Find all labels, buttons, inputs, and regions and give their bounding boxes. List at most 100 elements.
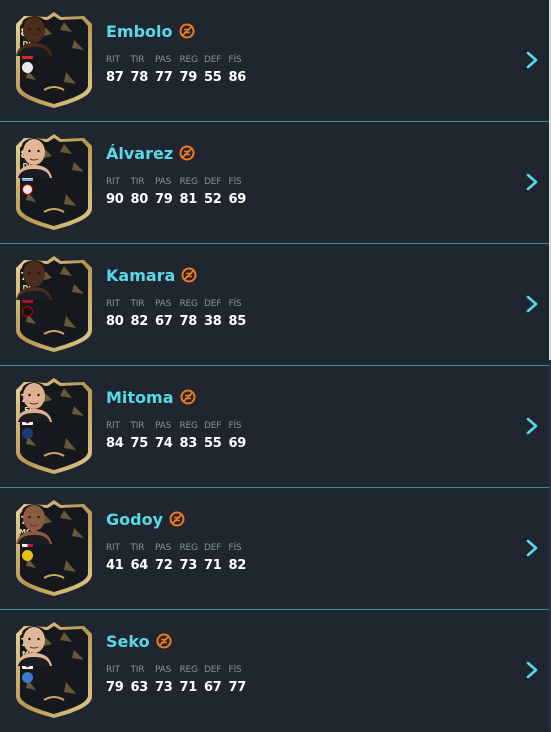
stat-value: 82 xyxy=(228,558,247,573)
club-badge-icon xyxy=(22,184,33,195)
player-face-icon xyxy=(16,16,52,56)
player-name-container[interactable]: Mitoma xyxy=(106,388,196,408)
player-name[interactable]: Kamara xyxy=(106,266,175,285)
stat-values: 79 63 73 71 67 77 xyxy=(106,680,253,696)
player-name-container[interactable]: Godoy xyxy=(106,510,185,530)
stat-value: 87 xyxy=(106,70,124,85)
player-row-0[interactable]: 81 DC Embolo RIT TIR PAS REG DEF FÍS 87 78 77 79… xyxy=(0,0,549,122)
player-row-1[interactable]: 81 DC Álvarez RIT TIR PAS REG DEF FÍS 90 80 79 8… xyxy=(0,122,549,244)
stat-label-pas: PAS xyxy=(155,543,172,553)
stat-label-reg: REG xyxy=(179,55,199,65)
stat-values: 41 64 72 73 71 82 xyxy=(106,558,253,574)
stat-value: 52 xyxy=(204,192,222,207)
stat-label-tir: TIR xyxy=(130,299,145,309)
stat-label-rit: RIT xyxy=(106,543,120,553)
stat-label-def: DEF xyxy=(204,421,222,431)
stat-value: 77 xyxy=(228,680,247,695)
club-badge-icon xyxy=(22,306,33,317)
stat-label-tir: TIR xyxy=(130,665,145,675)
player-name-container[interactable]: Kamara xyxy=(106,266,197,286)
untradeable-badge-icon xyxy=(179,23,195,38)
stat-label-def: DEF xyxy=(204,299,222,309)
player-face-icon xyxy=(16,382,52,422)
chevron-right-icon[interactable] xyxy=(525,661,539,679)
player-list: 81 DC Embolo RIT TIR PAS REG DEF FÍS 87 78 77 79… xyxy=(0,0,551,732)
stat-labels: RIT TIR PAS REG DEF FÍS xyxy=(106,177,253,188)
stat-label-pas: PAS xyxy=(155,665,172,675)
stat-values: 84 75 74 83 55 69 xyxy=(106,436,253,452)
stat-value: 38 xyxy=(204,314,222,329)
stat-label-reg: REG xyxy=(179,299,199,309)
stat-label-pas: PAS xyxy=(155,55,172,65)
stat-value: 79 xyxy=(106,680,124,695)
chevron-right-icon[interactable] xyxy=(525,295,539,313)
player-row-2[interactable]: 79 DC Kamara RIT TIR PAS REG DEF FÍS 80 82 67 78… xyxy=(0,244,549,366)
stat-value: 86 xyxy=(228,70,247,85)
stat-value: 41 xyxy=(106,558,124,573)
stat-label-reg: REG xyxy=(179,421,199,431)
stat-value: 85 xyxy=(228,314,247,329)
untradeable-badge-icon xyxy=(179,145,195,160)
stat-label-fís: FÍS xyxy=(228,55,242,65)
stat-value: 75 xyxy=(130,436,149,451)
player-card: 78 MCD xyxy=(14,498,94,598)
player-name-container[interactable]: Embolo xyxy=(106,22,195,42)
club-badge-icon xyxy=(22,672,33,683)
chevron-right-icon[interactable] xyxy=(525,51,539,69)
player-name[interactable]: Godoy xyxy=(106,510,163,529)
stat-value: 69 xyxy=(228,436,247,451)
stat-value: 69 xyxy=(228,192,247,207)
player-card: 81 DC xyxy=(14,132,94,232)
chevron-right-icon[interactable] xyxy=(525,539,539,557)
chevron-right-icon[interactable] xyxy=(525,173,539,191)
player-card: 75 MC xyxy=(14,620,94,720)
player-card: 81 DC xyxy=(14,10,94,110)
stat-labels: RIT TIR PAS REG DEF FÍS xyxy=(106,421,253,432)
stat-label-pas: PAS xyxy=(155,421,172,431)
stat-label-fís: FÍS xyxy=(228,421,242,431)
stat-label-reg: REG xyxy=(179,665,199,675)
stat-label-rit: RIT xyxy=(106,177,120,187)
player-name[interactable]: Mitoma xyxy=(106,388,174,407)
stat-value: 80 xyxy=(106,314,124,329)
chevron-right-icon[interactable] xyxy=(525,417,539,435)
stat-value: 78 xyxy=(130,70,149,85)
stat-value: 80 xyxy=(130,192,149,207)
player-name[interactable]: Embolo xyxy=(106,22,173,41)
stat-label-reg: REG xyxy=(179,543,199,553)
player-name[interactable]: Álvarez xyxy=(106,144,173,163)
untradeable-badge-icon xyxy=(156,633,172,648)
stat-label-def: DEF xyxy=(204,177,222,187)
club-badge-icon xyxy=(22,550,33,561)
stat-label-pas: PAS xyxy=(155,177,172,187)
stat-value: 79 xyxy=(155,192,173,207)
stat-value: 71 xyxy=(204,558,222,573)
stat-label-reg: REG xyxy=(179,177,199,187)
player-face-icon xyxy=(16,504,52,544)
player-face-icon xyxy=(16,138,52,178)
stat-value: 63 xyxy=(130,680,149,695)
stat-label-tir: TIR xyxy=(130,543,145,553)
stat-labels: RIT TIR PAS REG DEF FÍS xyxy=(106,665,253,676)
stat-value: 73 xyxy=(155,680,173,695)
untradeable-badge-icon xyxy=(180,389,196,404)
player-card: 79 DC xyxy=(14,254,94,354)
stat-label-rit: RIT xyxy=(106,299,120,309)
player-name-container[interactable]: Álvarez xyxy=(106,144,195,164)
stat-label-fís: FÍS xyxy=(228,299,242,309)
stat-value: 79 xyxy=(179,70,198,85)
player-row-3[interactable]: 79 EI Mitoma RIT TIR PAS REG DEF FÍS 84 75 74 83… xyxy=(0,366,549,488)
player-row-5[interactable]: 75 MC Seko RIT TIR PAS REG DEF FÍS 79 63 73 71 67… xyxy=(0,610,549,732)
stat-value: 77 xyxy=(155,70,173,85)
stat-value: 67 xyxy=(204,680,222,695)
stat-value: 78 xyxy=(179,314,198,329)
stat-value: 82 xyxy=(130,314,149,329)
stat-label-fís: FÍS xyxy=(228,665,242,675)
player-name-container[interactable]: Seko xyxy=(106,632,172,652)
player-row-4[interactable]: 78 MCD Godoy RIT TIR PAS REG DEF FÍS 41 64 72 73… xyxy=(0,488,549,610)
player-name[interactable]: Seko xyxy=(106,632,150,651)
player-face-icon xyxy=(16,626,52,666)
stat-label-tir: TIR xyxy=(130,177,145,187)
stat-labels: RIT TIR PAS REG DEF FÍS xyxy=(106,543,253,554)
stat-value: 72 xyxy=(155,558,173,573)
